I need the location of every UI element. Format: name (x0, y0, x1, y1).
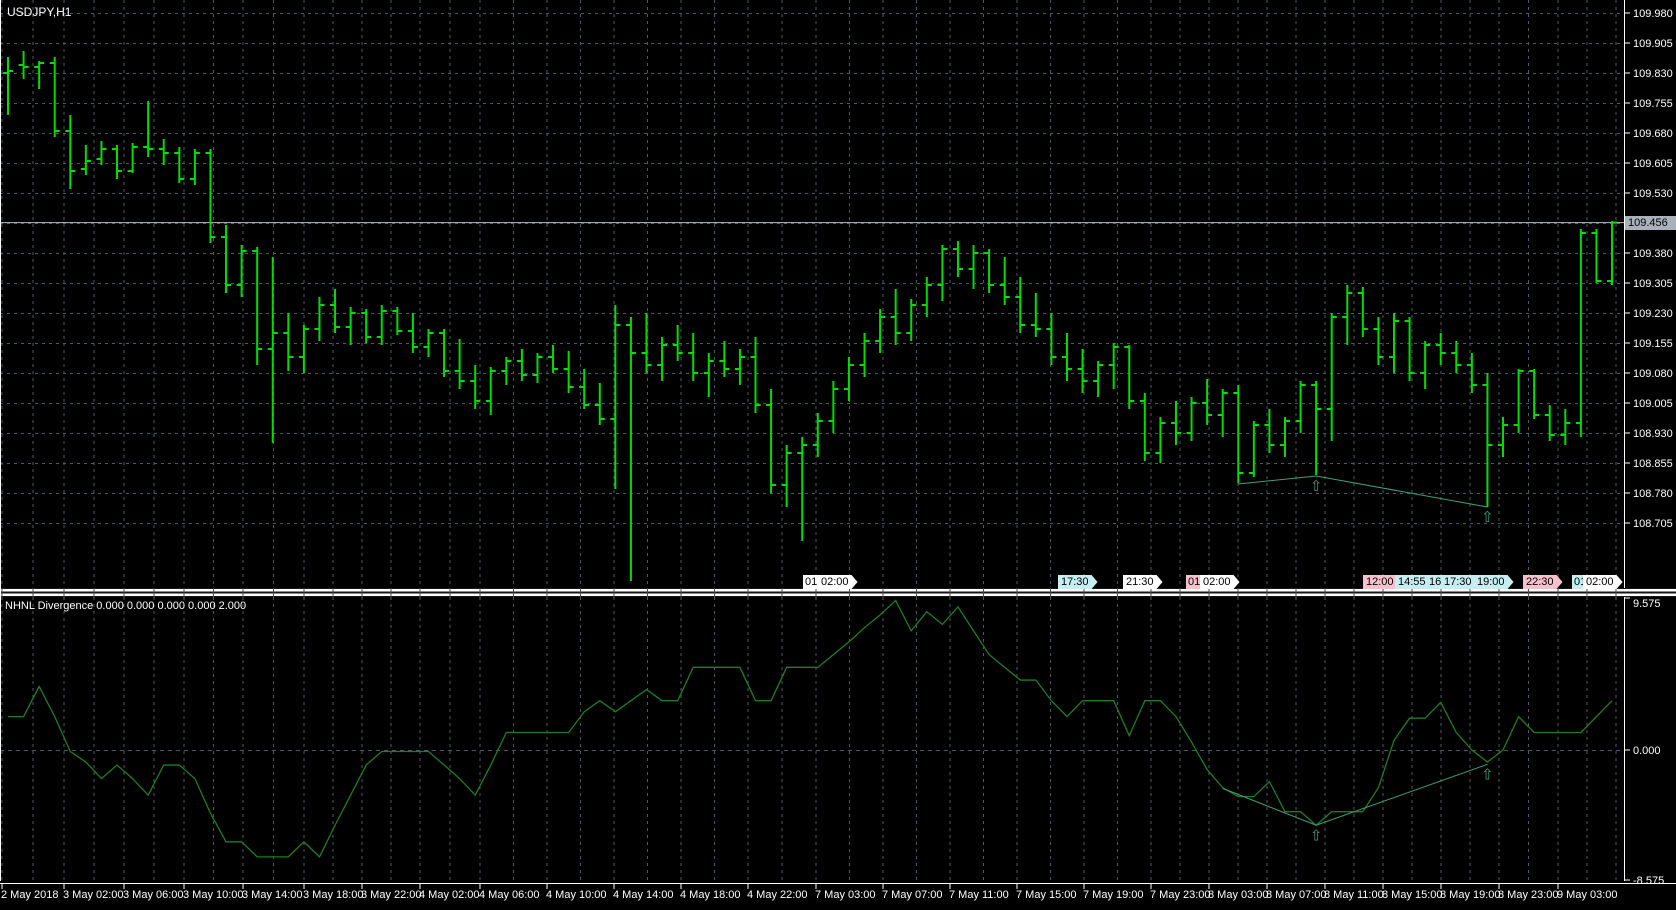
price-tick-label: 109.530 (1633, 188, 1673, 200)
indicator-tick-label: -8.575 (1633, 875, 1664, 887)
date-tick-label: 8 May 15:00 (1382, 889, 1443, 901)
indicator-tick-label: 9.575 (1633, 598, 1661, 610)
date-tick-label: 3 May 06:00 (123, 889, 184, 901)
price-tick-label: 109.230 (1633, 308, 1673, 320)
price-tick-label: 109.755 (1633, 98, 1673, 110)
symbol-timeframe-label: USDJPY,H1 (7, 5, 72, 19)
date-tick-label: 4 May 14:00 (613, 889, 674, 901)
indicator-name-label: NHNL Divergence 0.000 0.000 0.000 0.000 … (5, 600, 247, 612)
date-tick-label: 2 May 2018 (1, 889, 58, 901)
price-tick-label: 109.680 (1633, 128, 1673, 140)
indicator-tick-label: 0.000 (1633, 745, 1661, 757)
trading-chart-window: ⇧ ⇧ ⇧ ⇧ 109.980 109.905 109.830 109.755 109.680 1… (0, 0, 1676, 910)
time-flag-badge: 02:00 (818, 575, 858, 589)
price-tick-label: 109.605 (1633, 158, 1673, 170)
price-tick-label: 109.380 (1633, 248, 1673, 260)
time-flag-badge: 22:30 (1523, 575, 1563, 589)
price-tick-label: 108.705 (1633, 518, 1673, 530)
price-tick-label: 109.305 (1633, 278, 1673, 290)
price-tick-label: 109.005 (1633, 398, 1673, 410)
date-tick-label: 3 May 18:00 (303, 889, 364, 901)
up-arrow-icon: ⇧ (1481, 766, 1494, 783)
date-tick-label: 8 May 23:00 (1498, 889, 1559, 901)
date-tick-label: 7 May 11:00 (949, 889, 1009, 901)
time-flag-badge: 17:30 (1058, 575, 1098, 589)
price-tick-label: 109.155 (1633, 338, 1673, 350)
price-tick-label: 109.830 (1633, 68, 1673, 80)
date-tick-label: 8 May 07:00 (1266, 889, 1327, 901)
chart-canvas[interactable]: ⇧ ⇧ ⇧ ⇧ 109.980 109.905 109.830 109.755 109.680 1… (0, 0, 1676, 910)
date-tick-label: 7 May 03:00 (815, 889, 876, 901)
date-tick-label: 4 May 10:00 (546, 889, 607, 901)
date-tick-label: 3 May 10:00 (183, 889, 244, 901)
time-flag-badge: 02:00 (1583, 575, 1623, 589)
date-tick-label: 7 May 15:00 (1016, 889, 1077, 901)
date-tick-label: 4 May 18:00 (680, 889, 741, 901)
time-flag-badge: 19:00 (1474, 575, 1514, 589)
date-tick-label: 7 May 07:00 (882, 889, 943, 901)
date-tick-label: 9 May 03:00 (1557, 889, 1618, 901)
date-tick-label: 8 May 19:00 (1440, 889, 1501, 901)
date-tick-label: 3 May 14:00 (242, 889, 303, 901)
current-price-badge: 109.456 (1625, 216, 1676, 230)
date-tick-label: 4 May 02:00 (419, 889, 480, 901)
price-tick-label: 108.855 (1633, 458, 1673, 470)
up-arrow-icon: ⇧ (1310, 478, 1323, 495)
price-tick-label: 109.080 (1633, 368, 1673, 380)
price-tick-label: 108.780 (1633, 488, 1673, 500)
date-tick-label: 8 May 03:00 (1208, 889, 1269, 901)
date-tick-label: 8 May 11:00 (1324, 889, 1384, 901)
date-tick-label: 3 May 02:00 (63, 889, 124, 901)
date-tick-label: 4 May 22:00 (747, 889, 808, 901)
time-flag-badge: 21:30 (1123, 575, 1163, 589)
date-tick-label: 3 May 22:00 (361, 889, 422, 901)
time-flag-badge: 02:00 (1200, 575, 1240, 589)
price-tick-label: 109.905 (1633, 38, 1673, 50)
date-tick-label: 7 May 19:00 (1083, 889, 1144, 901)
up-arrow-icon: ⇧ (1310, 827, 1323, 844)
window-separator (0, 588, 1676, 597)
price-tick-label: 108.930 (1633, 428, 1673, 440)
date-tick-label: 7 May 23:00 (1150, 889, 1211, 901)
price-tick-label: 109.980 (1633, 8, 1673, 20)
up-arrow-icon: ⇧ (1481, 509, 1494, 526)
date-tick-label: 4 May 06:00 (479, 889, 540, 901)
